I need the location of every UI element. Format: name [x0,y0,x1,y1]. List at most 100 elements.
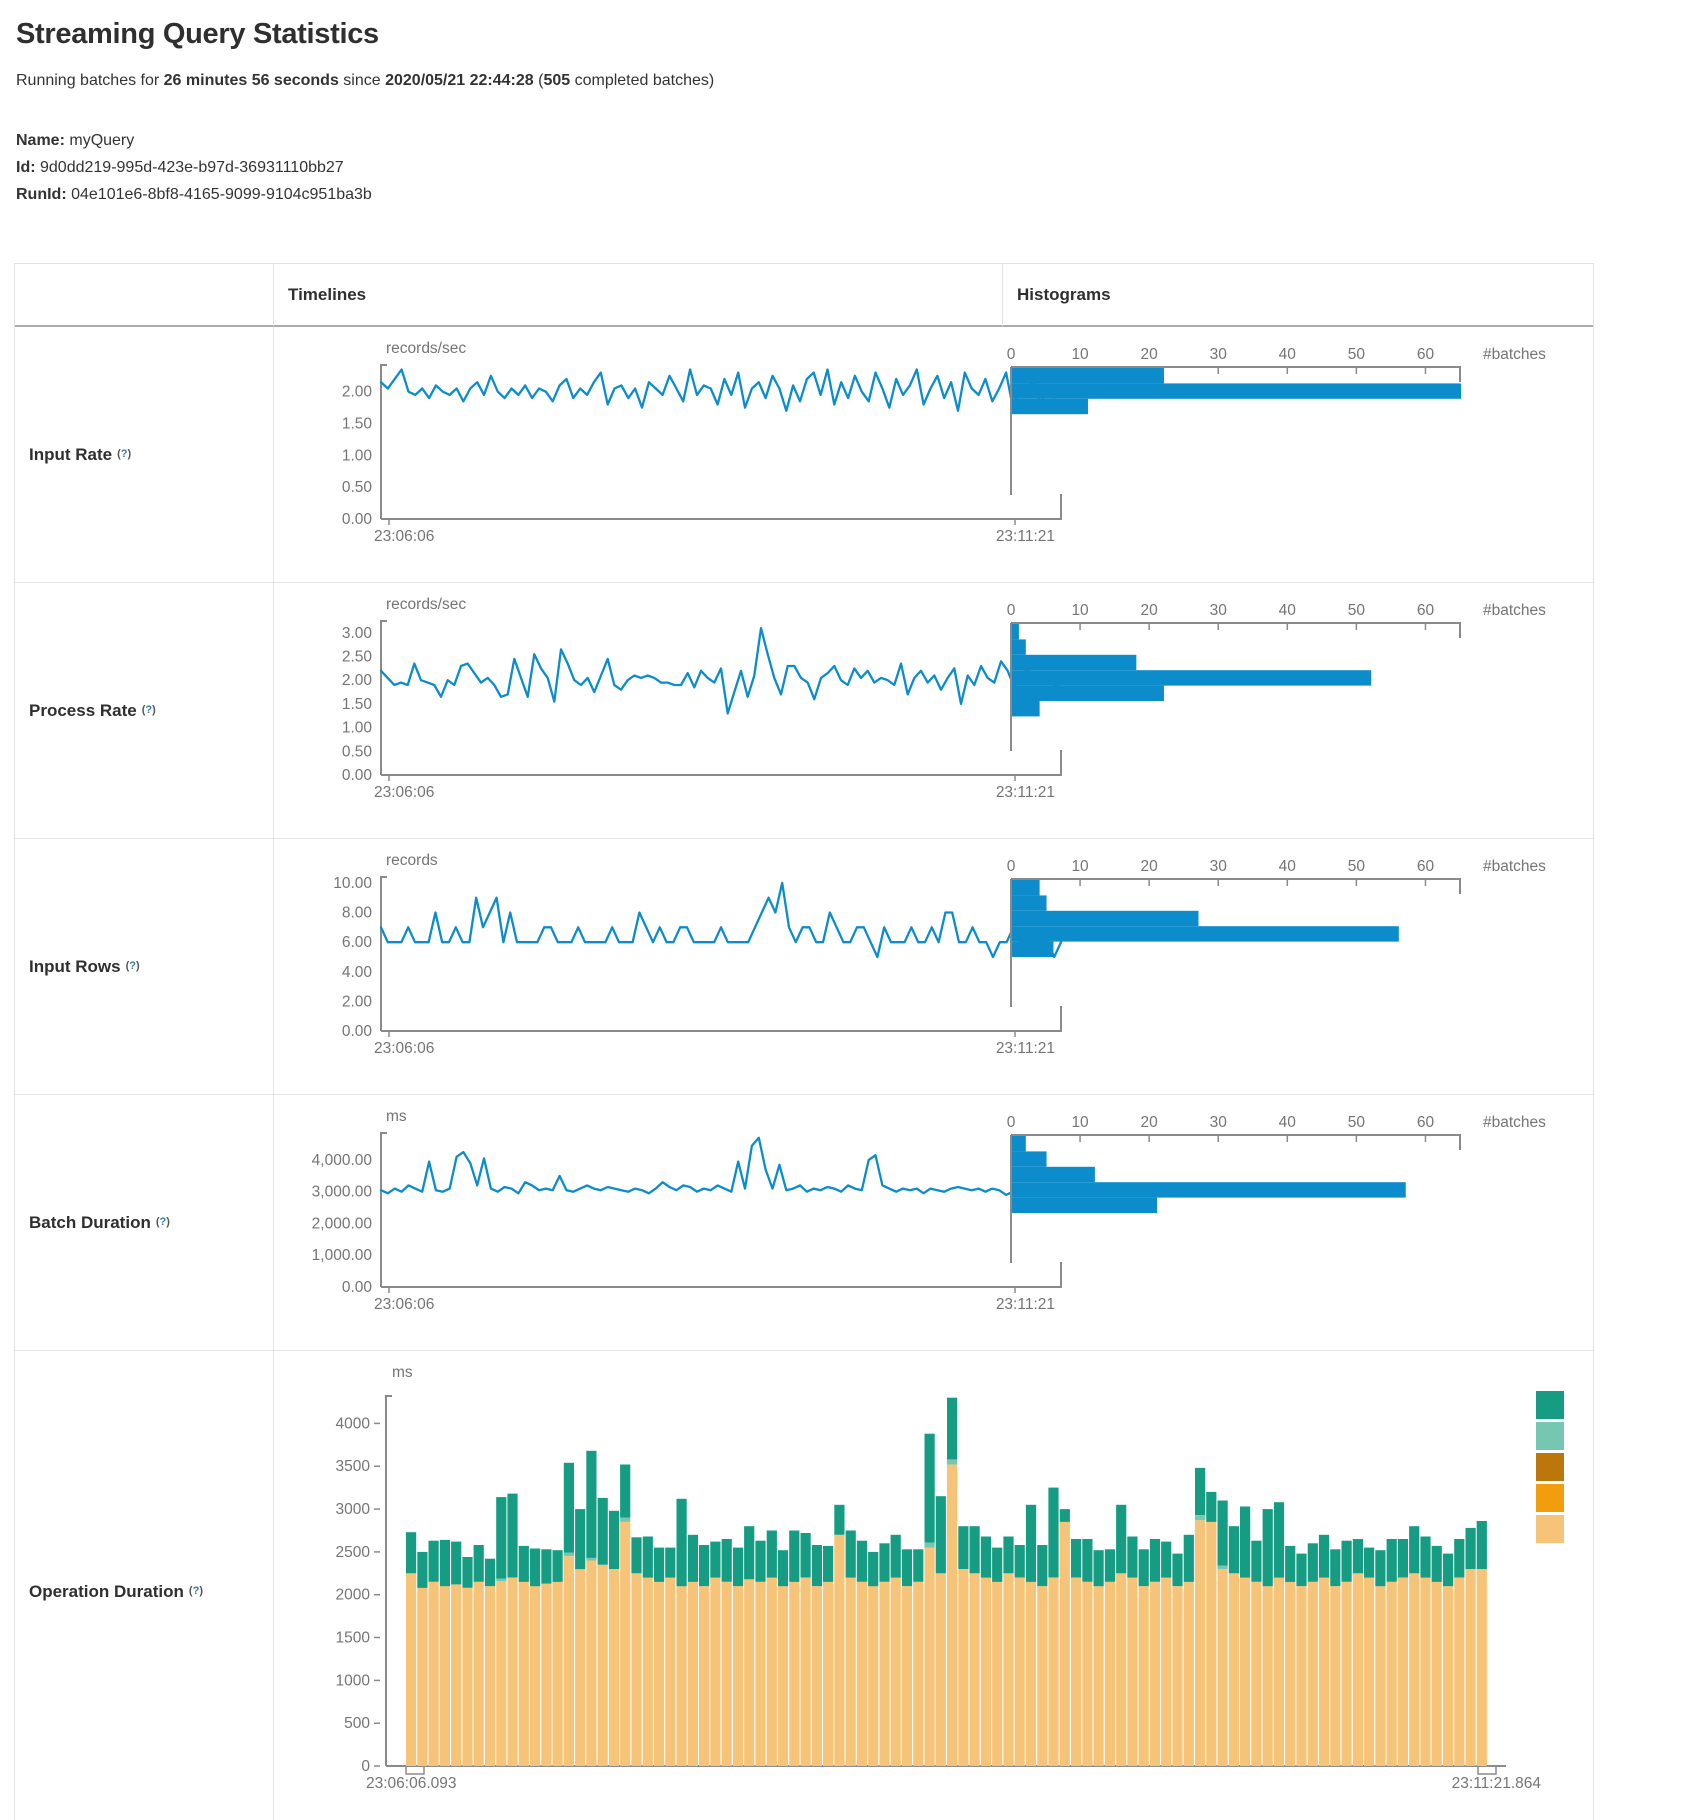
opduration-y-tick: 2500 [336,1544,371,1561]
histogram-x-tick: 40 [1279,602,1297,619]
operation-duration-bar-segment [553,1582,563,1766]
operation-duration-bar-segment [440,1540,450,1586]
operation-duration-bar-segment [1409,1526,1419,1573]
opduration-y-tick: 3500 [336,1458,371,1475]
operation-duration-bar-segment [1263,1586,1273,1766]
operation-duration-bar-segment [1195,1515,1205,1520]
operation-duration-bar-segment [1071,1539,1081,1578]
operation-duration-bar-segment [1353,1539,1363,1573]
operation-duration-bar-segment [496,1497,506,1578]
operation-duration-bar-segment [1218,1501,1228,1566]
histogram-x-tick: 0 [1007,346,1016,363]
operation-duration-bar-segment [913,1549,923,1582]
process-rate-help-icon[interactable]: (?) [142,704,156,716]
legend-swatch-1 [1536,1422,1564,1450]
batch-duration-line [381,1138,1061,1195]
operation-duration-bar-segment [609,1511,619,1569]
histogram-x-tick: 40 [1279,346,1297,363]
operation-duration-chart: ms4000350030002500200015001000500023:06:… [274,1351,1593,1820]
operation-duration-bar-segment [1285,1582,1295,1766]
timeline-y-tick: 4.00 [342,964,373,981]
operation-duration-bar-segment [1432,1546,1442,1582]
query-runid-line: RunId: 04e101e6-8bf8-4165-9099-9104c951b… [16,181,1693,208]
opduration-x-start-label: 23:06:06.093 [366,1775,457,1792]
input-rows-histogram-bar [1012,911,1199,926]
histogram-x-tick: 60 [1417,346,1435,363]
operation-duration-bar-segment [1387,1539,1397,1582]
histogram-x-tick: 50 [1348,346,1366,363]
process-rate-histogram-bar [1012,624,1019,639]
operation-duration-bar-segment [857,1582,867,1766]
operation-duration-bar-segment [586,1558,596,1561]
row-label-text: Input Rate [29,445,112,465]
operation-duration-bar-segment [891,1578,901,1766]
batch-duration-help-icon[interactable]: (?) [156,1216,170,1228]
histogram-batches-label: #batches [1483,858,1546,875]
histogram-x-tick: 50 [1348,1114,1366,1131]
query-name-value: myQuery [69,132,134,149]
row-label-operation-duration: Operation Duration (?) [15,1351,274,1820]
operation-duration-help-icon[interactable]: (?) [189,1585,203,1597]
operation-duration-bar-segment [925,1543,935,1548]
operation-duration-bar-segment [406,1573,416,1766]
operation-duration-bar-segment [744,1526,754,1579]
operation-duration-bar-segment [654,1548,664,1582]
operation-duration-bar-segment [1364,1578,1374,1766]
timeline-x-start-label: 23:06:06 [374,784,434,801]
input-rows-help-icon[interactable]: (?) [126,960,140,972]
operation-duration-bar-segment [1330,1586,1340,1766]
running-batches-summary: Running batches for 26 minutes 56 second… [16,72,1693,90]
operation-duration-bar-segment [1206,1492,1216,1522]
batch-duration-histogram-bar [1012,1136,1026,1151]
operation-duration-bar-segment [868,1586,878,1766]
operation-duration-bar-segment [1195,1520,1205,1766]
operation-duration-bar-segment [1094,1586,1104,1766]
summary-mid: since [339,72,385,89]
operation-duration-bar-segment [1172,1554,1182,1587]
histogram-x-tick: 30 [1210,858,1228,875]
timeline-y-tick: 1.00 [342,720,373,737]
operation-duration-bar-segment [541,1549,551,1583]
timeline-y-tick: 2.00 [342,993,373,1010]
operation-duration-bar-segment [1443,1554,1453,1587]
operation-duration-bar-segment [620,1518,630,1522]
operation-duration-bar-segment [1161,1542,1171,1578]
operation-duration-bar-segment [1015,1578,1025,1766]
process-rate-histogram-bar [1012,686,1164,701]
row-label-process-rate: Process Rate (?) [15,583,274,839]
histogram-x-tick: 30 [1210,346,1228,363]
timeline-y-tick: 4,000.00 [312,1152,373,1169]
operation-duration-bar-segment [1409,1573,1419,1766]
operation-duration-bar-segment [1116,1573,1126,1766]
operation-duration-bar-segment [1274,1502,1284,1577]
operation-duration-bar-segment [1218,1566,1228,1569]
histogram-x-tick: 20 [1141,602,1159,619]
operation-duration-bar-segment [1420,1578,1430,1766]
input-rate-line [381,370,1061,411]
histogram-x-tick: 60 [1417,858,1435,875]
operation-duration-bar-segment [823,1582,833,1766]
operation-duration-bar-segment [801,1533,811,1578]
operation-duration-bar-segment [902,1549,912,1586]
table-corner-cell [15,264,274,327]
batch-duration-histogram-bar [1012,1151,1047,1166]
operation-duration-bar-segment [530,1586,540,1766]
operation-duration-bar-segment [789,1582,799,1766]
opduration-unit-label: ms [392,1364,413,1381]
timeline-y-tick: 1.50 [342,416,373,433]
operation-duration-bar-segment [429,1541,439,1582]
query-id-label: Id: [16,159,36,176]
legend-swatch-3 [1536,1484,1564,1512]
operation-duration-bar-segment [981,1578,991,1766]
process-rate-line [381,628,1061,713]
operation-duration-bar-segment [1139,1586,1149,1766]
operation-duration-bar-segment [1296,1554,1306,1587]
input-rate-help-icon[interactable]: (?) [117,448,131,460]
operation-duration-bar-segment [1105,1582,1115,1766]
process-rate-histogram-bar [1012,701,1040,716]
operation-duration-bar-segment [1094,1550,1104,1586]
timeline-unit-label: records/sec [386,596,466,613]
timeline-x-end-label: 23:11:21 [996,1040,1055,1057]
operation-duration-bar-segment [1071,1578,1081,1766]
operation-duration-bar-segment [958,1526,968,1569]
